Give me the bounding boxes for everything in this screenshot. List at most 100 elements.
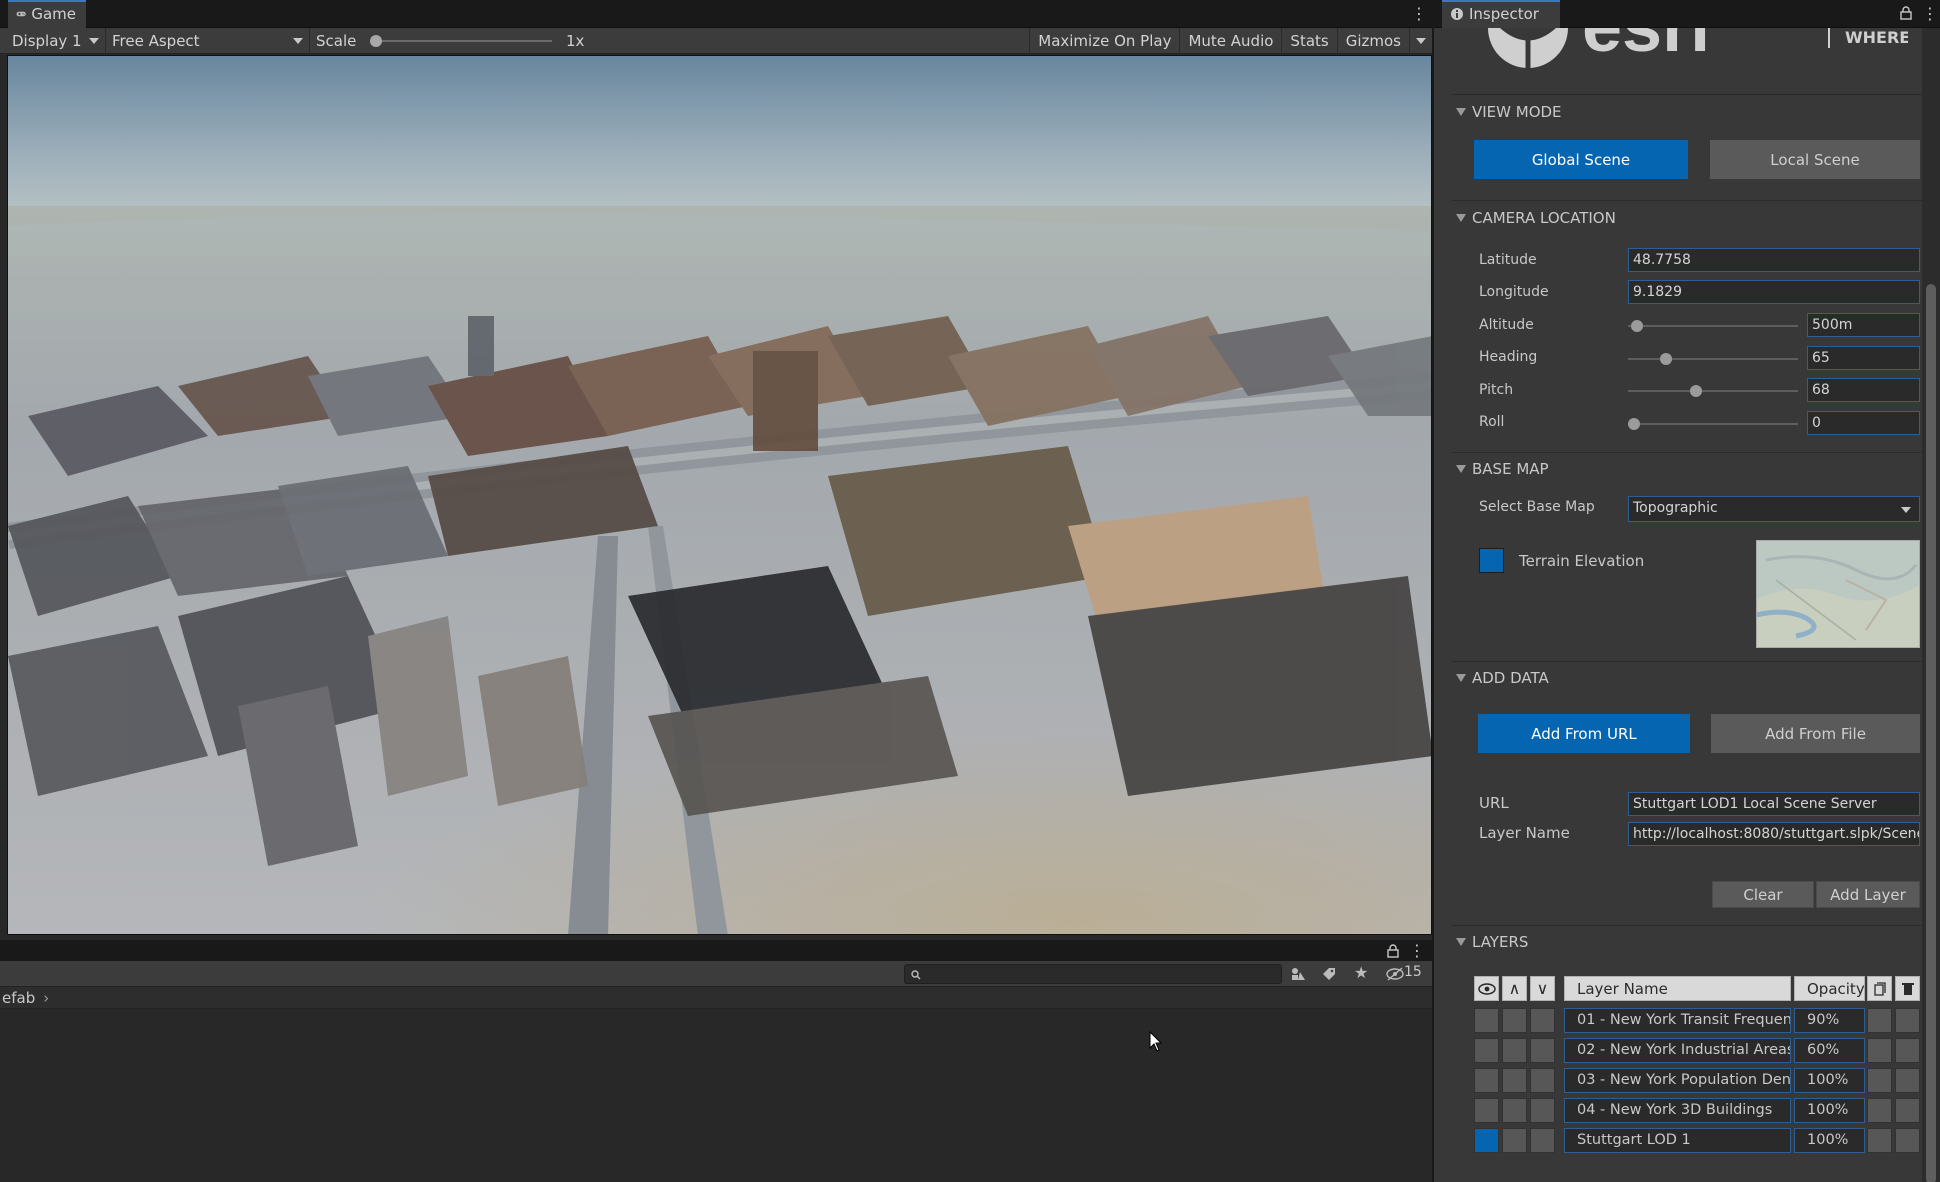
layer-move-down-button[interactable] xyxy=(1530,1128,1555,1153)
url-field[interactable]: Stuttgart LOD1 Local Scene Server xyxy=(1628,792,1920,816)
pitch-label: Pitch xyxy=(1479,382,1514,398)
layer-move-down-button[interactable] xyxy=(1530,1038,1555,1063)
gizmos-dropdown[interactable] xyxy=(1410,28,1432,54)
global-scene-button[interactable]: Global Scene xyxy=(1474,140,1688,179)
add-from-file-button[interactable]: Add From File xyxy=(1711,714,1920,753)
layer-opacity-cell[interactable]: 100% xyxy=(1794,1068,1865,1093)
layer-opacity-cell[interactable]: 60% xyxy=(1794,1038,1865,1063)
layer-name-cell[interactable]: 02 - New York Industrial Areas xyxy=(1564,1038,1791,1063)
inspector-menu-icon[interactable]: ⋮ xyxy=(1922,4,1938,23)
scale-slider[interactable] xyxy=(370,34,552,47)
layer-name-cell[interactable]: 01 - New York Transit Frequency xyxy=(1564,1008,1791,1033)
layer-move-down-button[interactable] xyxy=(1530,1098,1555,1123)
altitude-field[interactable]: 500m xyxy=(1807,313,1920,337)
layer-opacity-cell[interactable]: 100% xyxy=(1794,1128,1865,1153)
roll-slider-knob[interactable] xyxy=(1628,418,1640,430)
layer-copy-button[interactable] xyxy=(1867,1128,1892,1153)
heading-field[interactable]: 65 xyxy=(1807,346,1920,370)
pitch-slider[interactable] xyxy=(1628,385,1798,397)
layer-visibility-toggle[interactable] xyxy=(1474,1128,1499,1153)
label-filter-icon[interactable] xyxy=(1322,967,1336,981)
layer-name-cell[interactable]: Stuttgart LOD 1 xyxy=(1564,1128,1791,1153)
aspect-dropdown[interactable]: Free Aspect xyxy=(106,27,310,54)
mute-audio-button[interactable]: Mute Audio xyxy=(1180,27,1283,54)
delete-column-header[interactable] xyxy=(1895,976,1920,1001)
add-data-header[interactable]: ADD DATA xyxy=(1456,669,1549,687)
base-map-dropdown[interactable]: Topographic xyxy=(1628,496,1920,522)
layer-opacity-cell[interactable]: 100% xyxy=(1794,1098,1865,1123)
move-down-column-header[interactable]: ∨ xyxy=(1530,976,1555,1001)
layer-move-up-button[interactable] xyxy=(1502,1038,1527,1063)
longitude-label: Longitude xyxy=(1479,284,1549,300)
lock-icon[interactable] xyxy=(1387,944,1399,958)
layer-visibility-toggle[interactable] xyxy=(1474,1068,1499,1093)
latitude-field[interactable]: 48.7758 xyxy=(1628,248,1920,272)
roll-slider[interactable] xyxy=(1628,418,1798,430)
tab-inspector[interactable]: Inspector xyxy=(1442,0,1560,28)
maximize-on-play-button[interactable]: Maximize On Play xyxy=(1029,27,1181,54)
layer-delete-button[interactable] xyxy=(1895,1008,1920,1033)
altitude-slider[interactable] xyxy=(1628,320,1798,332)
layer-move-down-button[interactable] xyxy=(1530,1008,1555,1033)
scale-slider-knob[interactable] xyxy=(370,34,382,47)
base-map-header[interactable]: BASE MAP xyxy=(1456,460,1549,478)
favorites-star-icon[interactable]: ★ xyxy=(1354,963,1368,982)
hidden-eye-icon[interactable] xyxy=(1386,967,1404,981)
gizmos-button[interactable]: Gizmos xyxy=(1338,27,1410,54)
altitude-slider-knob[interactable] xyxy=(1631,320,1644,332)
layer-name-cell[interactable]: 03 - New York Population Density xyxy=(1564,1068,1791,1093)
local-scene-button[interactable]: Local Scene xyxy=(1710,140,1920,179)
add-layer-button[interactable]: Add Layer xyxy=(1816,881,1920,908)
layer-opacity-cell[interactable]: 90% xyxy=(1794,1008,1865,1033)
camera-location-header[interactable]: CAMERA LOCATION xyxy=(1456,209,1616,227)
layers-header[interactable]: LAYERS xyxy=(1456,933,1528,951)
layer-name-field[interactable]: http://localhost:8080/stuttgart.slpk/Sce… xyxy=(1628,822,1920,846)
layer-move-down-button[interactable] xyxy=(1530,1068,1555,1093)
visibility-column-header[interactable] xyxy=(1474,976,1499,1001)
tab-game[interactable]: Game xyxy=(8,0,86,28)
lock-icon[interactable] xyxy=(1900,6,1912,20)
terrain-elevation-checkbox[interactable] xyxy=(1479,548,1504,573)
layer-move-up-button[interactable] xyxy=(1502,1068,1527,1093)
roll-field[interactable]: 0 xyxy=(1807,411,1920,435)
project-menu-icon[interactable]: ⋮ xyxy=(1409,941,1425,960)
add-from-file-label: Add From File xyxy=(1765,724,1866,743)
move-up-column-header[interactable]: ∧ xyxy=(1502,976,1527,1001)
inspector-scrollbar-thumb[interactable] xyxy=(1926,284,1936,1182)
layer-copy-button[interactable] xyxy=(1867,1068,1892,1093)
layer-move-up-button[interactable] xyxy=(1502,1008,1527,1033)
layer-name-cell[interactable]: 04 - New York 3D Buildings xyxy=(1564,1098,1791,1123)
layer-delete-button[interactable] xyxy=(1895,1098,1920,1123)
layer-copy-button[interactable] xyxy=(1867,1098,1892,1123)
stats-button[interactable]: Stats xyxy=(1282,27,1338,54)
layer-visibility-toggle[interactable] xyxy=(1474,1008,1499,1033)
layer-move-up-button[interactable] xyxy=(1502,1128,1527,1153)
layer-copy-button[interactable] xyxy=(1867,1038,1892,1063)
inspector-scrollbar[interactable] xyxy=(1922,28,1940,1182)
game-viewport[interactable] xyxy=(7,55,1432,935)
pitch-field[interactable]: 68 xyxy=(1807,378,1920,402)
clear-button[interactable]: Clear xyxy=(1712,881,1814,908)
layer-visibility-toggle[interactable] xyxy=(1474,1098,1499,1123)
display-dropdown[interactable]: Display 1 xyxy=(0,27,106,54)
pitch-slider-knob[interactable] xyxy=(1689,385,1702,397)
foldout-triangle-icon xyxy=(1456,465,1466,473)
project-search-input[interactable] xyxy=(904,964,1282,984)
layer-visibility-toggle[interactable] xyxy=(1474,1038,1499,1063)
layer-delete-button[interactable] xyxy=(1895,1038,1920,1063)
camera-location-title: CAMERA LOCATION xyxy=(1472,209,1616,227)
chevron-up-icon: ∧ xyxy=(1508,979,1521,998)
view-mode-header[interactable]: VIEW MODE xyxy=(1456,103,1562,121)
copy-column-header[interactable] xyxy=(1867,976,1892,1001)
heading-slider[interactable] xyxy=(1628,353,1798,365)
add-from-url-button[interactable]: Add From URL xyxy=(1478,714,1690,753)
longitude-field[interactable]: 9.1829 xyxy=(1628,280,1920,304)
layer-delete-button[interactable] xyxy=(1895,1068,1920,1093)
layer-delete-button[interactable] xyxy=(1895,1128,1920,1153)
game-menu-icon[interactable]: ⋮ xyxy=(1411,4,1427,23)
asset-type-filter-icon[interactable] xyxy=(1290,967,1306,981)
heading-slider-knob[interactable] xyxy=(1659,353,1672,365)
breadcrumb-item[interactable]: efab xyxy=(2,989,35,1007)
layer-move-up-button[interactable] xyxy=(1502,1098,1527,1123)
layer-copy-button[interactable] xyxy=(1867,1008,1892,1033)
